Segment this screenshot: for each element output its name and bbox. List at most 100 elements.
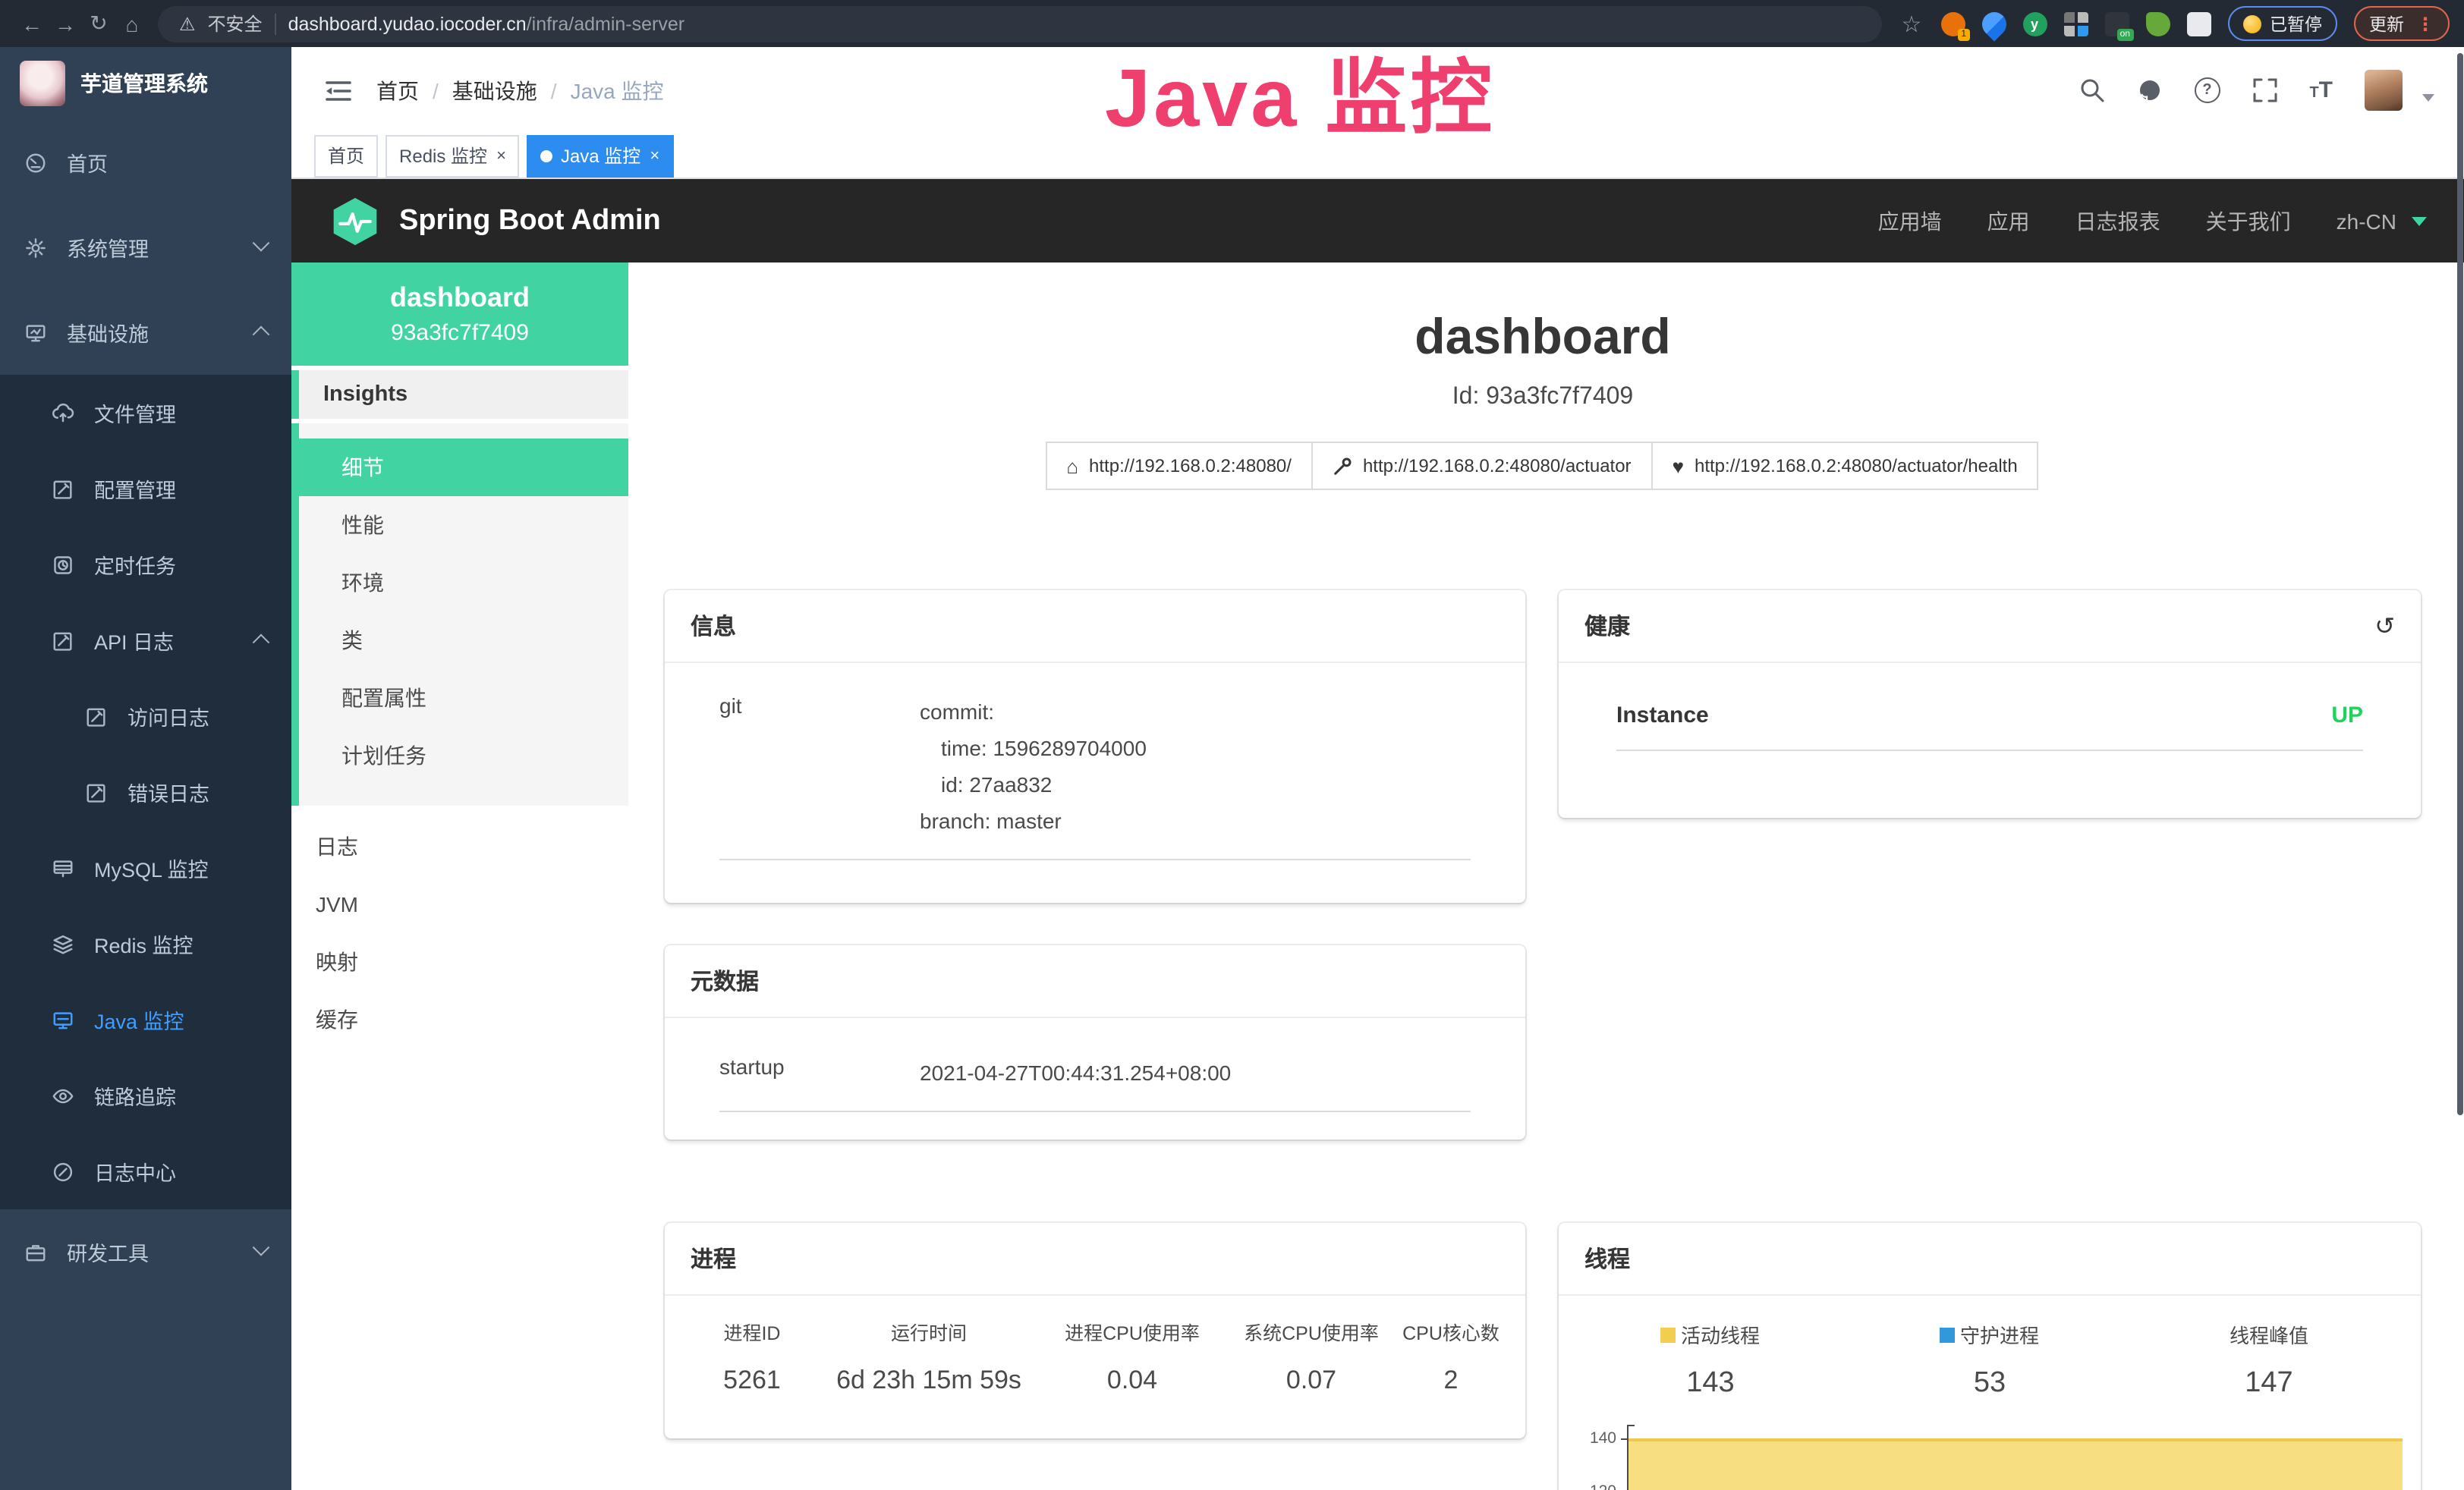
edit-square-icon: [85, 705, 108, 728]
sidebar-item-mysql[interactable]: MySQL 监控: [0, 830, 291, 906]
sba-item-scheduled-tasks[interactable]: 计划任务: [299, 727, 628, 784]
actuator-url-chip[interactable]: http://192.168.0.2:48080/actuator: [1311, 442, 1653, 490]
info-card-title: 信息: [691, 610, 736, 642]
breadcrumb-home[interactable]: 首页: [376, 75, 419, 105]
app-logo-row[interactable]: 芋道管理系统: [0, 47, 291, 120]
tab-label: 首页: [328, 143, 364, 168]
breadcrumb-infra[interactable]: 基础设施: [452, 75, 537, 105]
breadcrumb: 首页 / 基础设施 / Java 监控: [376, 75, 664, 105]
info-card: 信息 git commit: time: 1596289704000 id: 2…: [665, 590, 1525, 903]
browser-reload-icon[interactable]: ↻: [82, 11, 115, 36]
sidebar-item-trace[interactable]: 链路追踪: [0, 1058, 291, 1133]
browser-forward-icon[interactable]: →: [49, 11, 82, 36]
sidebar-item-label: 链路追踪: [94, 1080, 176, 1111]
sba-instance-block[interactable]: dashboard 93a3fc7f7409: [291, 262, 628, 366]
hamburger-icon[interactable]: [325, 78, 352, 102]
sba-nav-journal[interactable]: 日志报表: [2075, 206, 2160, 236]
extension-icon-green-y[interactable]: y: [2022, 11, 2047, 36]
search-icon[interactable]: [2079, 77, 2104, 103]
sidebar-item-access-log[interactable]: 访问日志: [0, 678, 291, 754]
extension-icon-orange[interactable]: 1: [1940, 11, 1965, 36]
sidebar-item-job[interactable]: 定时任务: [0, 527, 291, 602]
sidebar-item-devtools[interactable]: 研发工具: [0, 1209, 291, 1294]
metric-label: 运行时间: [815, 1317, 1043, 1346]
fullscreen-icon[interactable]: [2252, 77, 2277, 103]
sba-instance-id: 93a3fc7f7409: [391, 320, 529, 346]
sidebar-item-infra[interactable]: 基础设施: [0, 290, 291, 375]
health-url-chip[interactable]: ♥http://192.168.0.2:48080/actuator/healt…: [1651, 442, 2039, 490]
sba-item-details[interactable]: 细节: [291, 439, 628, 496]
sba-nav-applications[interactable]: 应用: [1987, 206, 2030, 236]
browser-menu-icon[interactable]: ⋮: [2416, 13, 2434, 34]
profile-chip-paused[interactable]: 已暂停: [2227, 6, 2337, 41]
sidebar-item-redis[interactable]: Redis 监控: [0, 906, 291, 982]
sba-item-environment[interactable]: 环境: [299, 554, 628, 611]
bookmark-star-icon[interactable]: ☆: [1899, 11, 1924, 36]
process-card: 进程 进程ID5261 运行时间6d 23h 15m 59s 进程CPU使用率0…: [665, 1223, 1525, 1438]
url-path: /infra/admin-server: [527, 13, 684, 34]
git-commit-line: commit:: [920, 693, 1147, 730]
sba-locale-select[interactable]: zh-CN: [2337, 209, 2396, 233]
actuator-url: http://192.168.0.2:48080/actuator: [1363, 455, 1632, 476]
sidebar-item-config[interactable]: 配置管理: [0, 451, 291, 527]
sidebar-item-java[interactable]: Java 监控: [0, 982, 291, 1058]
tab-java-monitor[interactable]: Java 监控×: [527, 134, 673, 177]
font-size-icon[interactable]: TT: [2309, 79, 2333, 102]
system-cpu: 系统CPU使用率0.07: [1222, 1317, 1401, 1396]
help-icon[interactable]: ?: [2194, 77, 2220, 103]
address-bar[interactable]: ⚠ 不安全 dashboard.yudao.iocoder.cn/infra/a…: [158, 5, 1881, 42]
sba-nav-wallboard[interactable]: 应用墙: [1878, 206, 1942, 236]
extension-icon-switch[interactable]: on: [2104, 11, 2129, 36]
threads-area-chart: 140 120 100: [1577, 1425, 2406, 1490]
sba-item-logfile[interactable]: 日志: [291, 818, 628, 875]
security-label[interactable]: 不安全: [208, 11, 263, 36]
browser-back-icon[interactable]: ←: [15, 11, 49, 36]
user-caret-down-icon[interactable]: [2422, 94, 2434, 102]
security-warning-icon: ⚠: [179, 13, 196, 34]
update-browser-button[interactable]: 更新 ⋮: [2354, 6, 2450, 41]
sba-item-metrics[interactable]: 性能: [299, 496, 628, 554]
chevron-up-icon: [253, 634, 270, 652]
tab-home[interactable]: 首页: [314, 134, 378, 177]
url-host: dashboard.yudao.iocoder.cn: [288, 13, 527, 34]
sidebar-item-system[interactable]: 系统管理: [0, 205, 291, 290]
browser-home-icon[interactable]: ⌂: [115, 11, 149, 36]
sba-item-classes[interactable]: 类: [299, 611, 628, 669]
health-instance-row[interactable]: Instance UP: [1616, 703, 2363, 751]
sba-brand[interactable]: Spring Boot Admin: [329, 195, 661, 247]
active-tab-dot: [541, 149, 553, 162]
sidebar-item-label: 系统管理: [67, 232, 149, 262]
sba-item-caches[interactable]: 缓存: [291, 991, 628, 1048]
extension-icon-grid[interactable]: [2063, 11, 2088, 36]
extension-icon-leaf[interactable]: [2145, 11, 2170, 36]
sidebar-item-error-log[interactable]: 错误日志: [0, 754, 291, 830]
sba-nav-about[interactable]: 关于我们: [2206, 206, 2291, 236]
sba-instance-name: dashboard: [390, 282, 530, 314]
health-url: http://192.168.0.2:48080/actuator/health: [1695, 455, 2018, 476]
update-label: 更新: [2369, 11, 2404, 36]
service-url-chip[interactable]: ⌂http://192.168.0.2:48080/: [1045, 442, 1313, 490]
sba-item-mappings[interactable]: 映射: [291, 933, 628, 991]
extension-icon-pin[interactable]: [1976, 6, 2010, 40]
sba-item-jvm[interactable]: JVM: [291, 875, 628, 933]
sba-nav: 应用墙 应用 日志报表 关于我们 zh-CN: [1878, 206, 2427, 236]
github-icon[interactable]: [2136, 77, 2162, 103]
instance-url-chips: ⌂http://192.168.0.2:48080/ http://192.16…: [665, 442, 2421, 490]
stat-label: 线程峰值: [2230, 1320, 2308, 1349]
process-card-title: 进程: [691, 1243, 736, 1275]
close-icon[interactable]: ×: [496, 146, 506, 165]
url-text[interactable]: dashboard.yudao.iocoder.cn/infra/admin-s…: [288, 13, 685, 34]
sba-item-configprops[interactable]: 配置属性: [299, 669, 628, 727]
sidebar-item-log-center[interactable]: 日志中心: [0, 1133, 291, 1209]
history-icon[interactable]: ↺: [2374, 611, 2395, 640]
user-avatar[interactable]: [2365, 70, 2403, 111]
sidebar-item-home[interactable]: 首页: [0, 120, 291, 205]
daemon-threads-legend-swatch: [1940, 1327, 1956, 1342]
page-scrollbar[interactable]: [2457, 53, 2463, 1115]
metadata-card-header: 元数据: [665, 945, 1525, 1018]
close-icon[interactable]: ×: [650, 146, 659, 165]
sidebar-item-file[interactable]: 文件管理: [0, 375, 291, 451]
sidebar-item-api-log[interactable]: API 日志: [0, 602, 291, 678]
extensions-puzzle-icon[interactable]: [2186, 11, 2211, 36]
tab-redis-monitor[interactable]: Redis 监控×: [385, 134, 520, 177]
